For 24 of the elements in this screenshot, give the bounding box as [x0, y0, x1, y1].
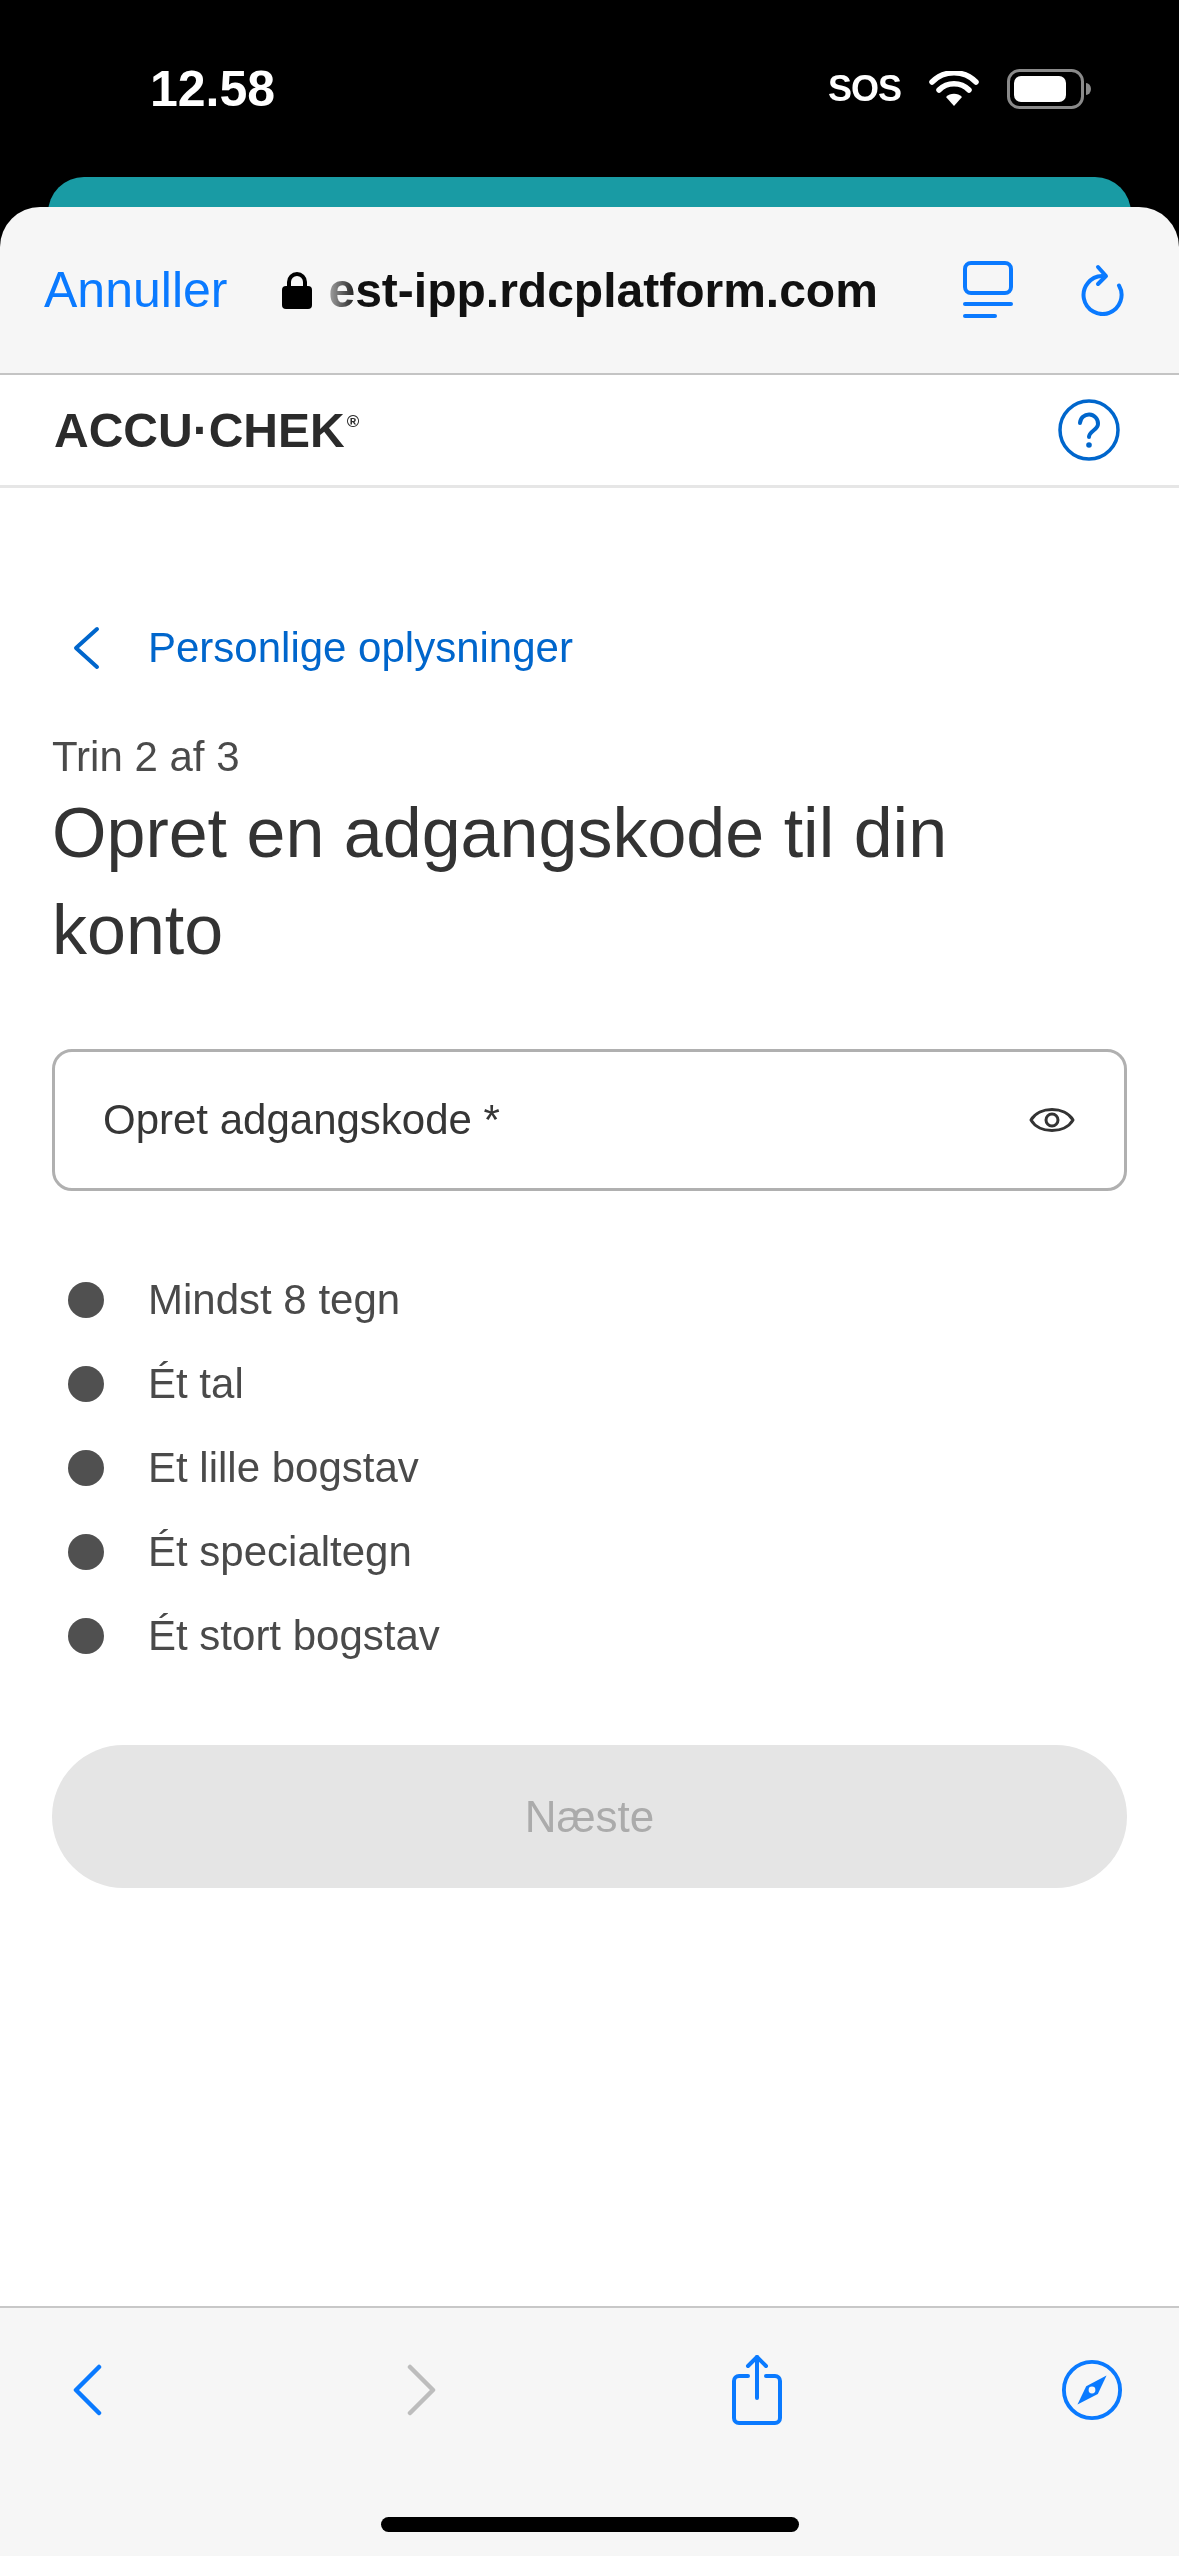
- status-time: 12.58: [150, 59, 276, 118]
- cancel-button[interactable]: Annuller: [44, 261, 228, 319]
- compass-icon[interactable]: [1061, 2358, 1123, 2422]
- eye-icon[interactable]: [1029, 1105, 1075, 1135]
- step-label: Trin 2 af 3: [52, 734, 240, 780]
- lock-icon: [282, 271, 313, 309]
- requirement-text: Et lille bogstav: [148, 1444, 419, 1492]
- url-text[interactable]: est-ipp.rdcplatform.com: [328, 262, 878, 318]
- requirement-text: Ét tal: [148, 1360, 244, 1408]
- wifi-icon: [929, 70, 979, 107]
- reload-icon[interactable]: [1079, 264, 1125, 316]
- requirement-text: Mindst 8 tegn: [148, 1276, 401, 1324]
- network-label: SOS: [827, 67, 901, 110]
- requirement-text: Ét specialtegn: [148, 1528, 412, 1576]
- help-icon[interactable]: [1058, 399, 1120, 461]
- chevron-left-icon[interactable]: [72, 2364, 102, 2416]
- back-link[interactable]: Personlige oplysninger: [72, 624, 573, 672]
- page-title: Opret en adgangskode til din konto: [52, 793, 949, 971]
- reader-icon[interactable]: [963, 261, 1013, 319]
- chevron-left-icon: [72, 626, 100, 670]
- requirement-text: Ét stort bogstav: [148, 1612, 440, 1660]
- battery-icon: [1007, 68, 1091, 109]
- password-field[interactable]: Opret adgangskode *: [52, 1049, 1127, 1191]
- brand-logo: ACCU·CHEK$^{®}$: [54, 402, 360, 458]
